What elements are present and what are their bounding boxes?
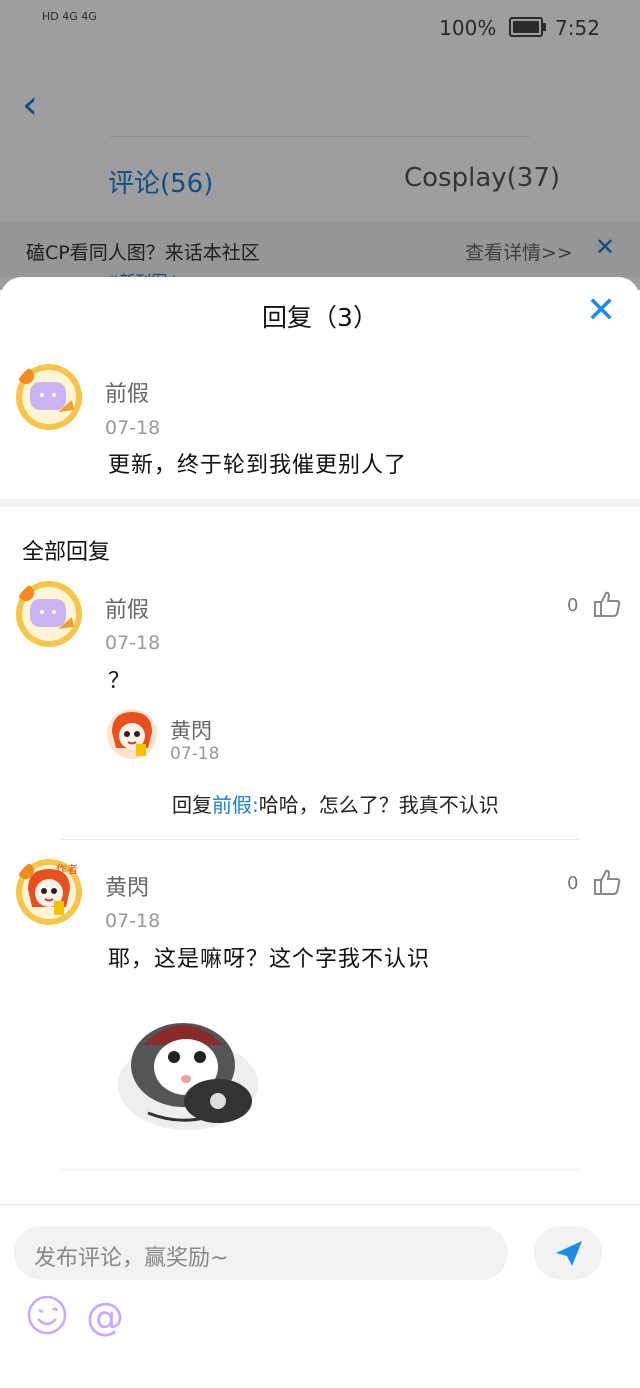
divider bbox=[60, 1169, 580, 1170]
sticker-image[interactable] bbox=[108, 1005, 268, 1159]
input-placeholder: 发布评论，赢奖励~ bbox=[34, 1246, 229, 1271]
like-count: 0 bbox=[567, 595, 579, 616]
reply-username[interactable]: 黄閃 bbox=[105, 870, 149, 902]
reply-date: 07-18 bbox=[105, 632, 161, 654]
reply-username[interactable]: 前假 bbox=[105, 592, 149, 624]
reply-prefix: 回复 bbox=[172, 793, 212, 817]
reply-text: 耶，这是嘛呀？这个字我不认识 bbox=[108, 947, 431, 972]
avatar[interactable] bbox=[106, 708, 158, 760]
divider bbox=[60, 839, 580, 840]
sheet-title: 回复（3） bbox=[262, 303, 378, 332]
send-button[interactable] bbox=[534, 1226, 602, 1280]
close-icon[interactable]: ✕ bbox=[586, 290, 616, 331]
avatar[interactable] bbox=[14, 579, 84, 649]
author-badge: 作者 bbox=[56, 863, 78, 876]
emoji-icon[interactable] bbox=[26, 1294, 68, 1340]
thumbs-up-icon[interactable] bbox=[592, 589, 622, 623]
subreply-username[interactable]: 黄閃 bbox=[170, 715, 212, 745]
subreply-date: 07-18 bbox=[170, 744, 220, 764]
subreply-content: 哈哈，怎么了？我真不认识 bbox=[258, 793, 499, 817]
comment-input-bar: 发布评论，赢奖励~ @ bbox=[0, 1204, 640, 1388]
section-title: 全部回复 bbox=[22, 540, 111, 565]
thumbs-up-icon[interactable] bbox=[592, 867, 622, 901]
comment-date: 07-18 bbox=[105, 417, 161, 439]
like-count: 0 bbox=[567, 873, 579, 894]
comment-text: 更新，终于轮到我催更别人了 bbox=[108, 453, 408, 478]
comment-username[interactable]: 前假 bbox=[105, 376, 149, 408]
mention-icon[interactable]: @ bbox=[86, 1295, 124, 1339]
avatar[interactable] bbox=[14, 362, 84, 432]
dim-overlay[interactable] bbox=[0, 0, 640, 290]
reply-date: 07-18 bbox=[105, 910, 161, 932]
subreply-text: 回复前假:哈哈，怎么了？我真不认识 bbox=[172, 789, 499, 818]
reply-target-link[interactable]: 前假: bbox=[212, 793, 259, 817]
reply-text: ？ bbox=[108, 669, 132, 694]
section-divider bbox=[0, 499, 640, 507]
